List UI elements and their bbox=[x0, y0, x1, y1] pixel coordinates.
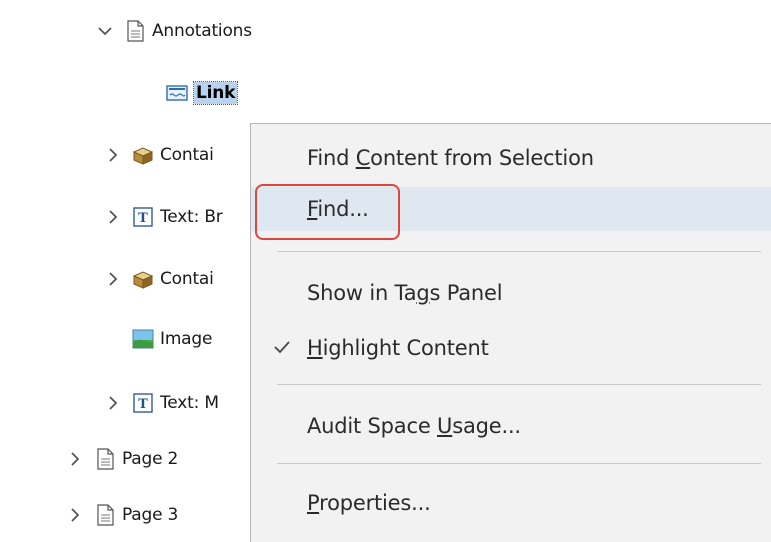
tree-item-label: Page 3 bbox=[122, 505, 179, 525]
menu-item-label: Show in Tags Panel bbox=[307, 281, 503, 305]
menu-item-label: Find Content from Selection bbox=[307, 146, 594, 170]
chevron-down-icon[interactable] bbox=[96, 22, 114, 40]
menu-item-audit-space-usage[interactable]: Audit Space Usage... bbox=[251, 404, 771, 448]
tree-item-label: Contai bbox=[160, 269, 214, 289]
tree-item-label: Link bbox=[192, 81, 239, 105]
tree-item-label: Text: M bbox=[160, 393, 219, 413]
menu-item-highlight-content[interactable]: Highlight Content bbox=[251, 326, 771, 370]
page-icon bbox=[124, 20, 146, 42]
container-box-icon bbox=[132, 144, 154, 166]
text-t-icon: T bbox=[132, 206, 154, 228]
menu-item-label: Audit Space Usage... bbox=[307, 414, 521, 438]
svg-text:T: T bbox=[138, 211, 148, 226]
menu-separator bbox=[277, 251, 761, 252]
tree-item-label: Text: Br bbox=[160, 207, 223, 227]
chevron-right-icon[interactable] bbox=[104, 208, 122, 226]
menu-separator bbox=[277, 463, 761, 464]
tree-item-image[interactable]: Image bbox=[132, 322, 212, 356]
tree-item-page-3[interactable]: Page 3 bbox=[66, 498, 178, 532]
tree-item-page-2[interactable]: Page 2 bbox=[66, 442, 178, 476]
menu-item-label: Properties... bbox=[307, 491, 431, 515]
tree-item-link[interactable]: Link bbox=[166, 76, 239, 110]
chevron-right-icon[interactable] bbox=[104, 394, 122, 412]
svg-text:T: T bbox=[138, 397, 148, 412]
chevron-right-icon[interactable] bbox=[66, 450, 84, 468]
link-icon bbox=[166, 82, 188, 104]
tree-item-label: Image bbox=[160, 329, 213, 349]
page-icon bbox=[94, 504, 116, 526]
container-box-icon bbox=[132, 268, 154, 290]
chevron-right-icon[interactable] bbox=[104, 146, 122, 164]
tree-item-text[interactable]: T Text: Br bbox=[104, 200, 223, 234]
page-icon bbox=[94, 448, 116, 470]
image-icon bbox=[132, 328, 154, 350]
tree-item-annotations[interactable]: Annotations bbox=[96, 14, 252, 48]
menu-separator bbox=[277, 384, 761, 385]
menu-item-properties[interactable]: Properties... bbox=[251, 481, 771, 525]
highlight-annotation-box bbox=[255, 184, 400, 240]
tree-item-label: Page 2 bbox=[122, 449, 179, 469]
chevron-right-icon[interactable] bbox=[66, 506, 84, 524]
tree-item-label: Annotations bbox=[152, 21, 252, 41]
menu-item-find-content-from-selection[interactable]: Find Content from Selection bbox=[251, 136, 771, 180]
tree-item-container[interactable]: Contai bbox=[104, 138, 214, 172]
checkmark-icon bbox=[273, 338, 291, 356]
menu-item-show-in-tags-panel[interactable]: Show in Tags Panel bbox=[251, 271, 771, 315]
text-t-icon: T bbox=[132, 392, 154, 414]
menu-item-label: Highlight Content bbox=[307, 336, 489, 360]
tree-item-text[interactable]: T Text: M bbox=[104, 386, 219, 420]
chevron-right-icon[interactable] bbox=[104, 270, 122, 288]
tree-item-container[interactable]: Contai bbox=[104, 262, 214, 296]
tree-item-label: Contai bbox=[160, 145, 214, 165]
